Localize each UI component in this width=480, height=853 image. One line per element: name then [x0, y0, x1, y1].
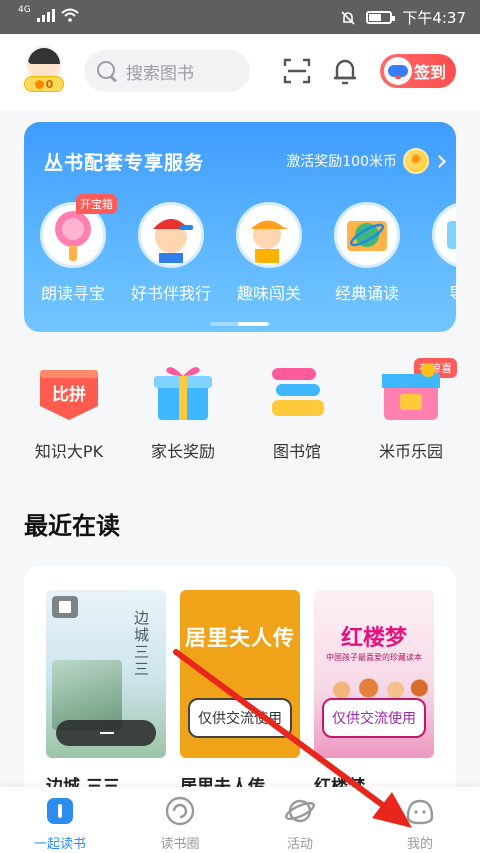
shop-icon: [382, 363, 440, 420]
banner-title: 丛书配套专享服务: [44, 152, 205, 174]
battery-icon: [366, 11, 396, 24]
book-cover[interactable]: 居里夫人传 仅供交流使用: [180, 590, 300, 758]
coin-badge: 0: [24, 76, 64, 92]
circle-refresh-icon: [165, 796, 195, 826]
service-good-book[interactable]: 好书伴我行: [122, 202, 220, 304]
search-icon: [96, 60, 118, 82]
tv-icon: [447, 221, 456, 249]
recent-books-card: 边城 三三 边城 三三 居里夫人传 仅供交流使用 居里夫人传 红楼梦 中国孩子最…: [24, 566, 456, 796]
tab-activities[interactable]: 活动: [240, 787, 360, 853]
service-banner: 丛书配套专享服务 激活奖励100米币 开宝箱 朗读寻宝: [24, 122, 456, 332]
video-progress-pill[interactable]: [56, 720, 156, 746]
wifi-icon: [61, 8, 79, 22]
book-icon: [47, 798, 73, 824]
planet-book-icon: [347, 221, 387, 251]
scan-icon[interactable]: [282, 56, 312, 86]
cover-title: 红楼梦: [340, 625, 407, 651]
profile-face-icon: [406, 799, 434, 825]
tab-read-together[interactable]: 一起读书: [0, 787, 120, 853]
quick-knowledge-pk[interactable]: 比拼 知识大PK: [19, 360, 119, 462]
service-fun-challenge[interactable]: 趣味闯关: [220, 202, 318, 304]
activate-reward-link[interactable]: 激活奖励100米币: [286, 148, 446, 174]
cover-title: 居里夫人传: [185, 626, 295, 650]
watermark-stamp: 仅供交流使用: [322, 698, 426, 738]
watermark-stamp: 仅供交流使用: [188, 698, 292, 738]
book-cover[interactable]: 边城 三三: [46, 590, 166, 758]
network-type: 4G: [18, 5, 31, 15]
search-placeholder: 搜索图书: [126, 63, 194, 84]
pk-badge-icon: 比拼: [40, 370, 98, 420]
service-guide-read[interactable]: 导读: [416, 202, 456, 304]
carousel-indicator: [210, 322, 270, 326]
avatar[interactable]: 0: [24, 46, 64, 92]
bottom-nav: 一起读书 读书圈 活动 我的: [0, 787, 480, 853]
signal-icon: [36, 8, 55, 22]
kid-runner-icon: [251, 220, 289, 263]
gift-icon: [154, 367, 212, 420]
pk-icon-text: 比拼: [52, 384, 86, 405]
coin-icon: [34, 79, 44, 89]
tab-mine[interactable]: 我的: [360, 787, 480, 853]
planet-icon: [285, 799, 315, 823]
quick-parent-reward[interactable]: 家长奖励: [133, 360, 233, 462]
boy-icon: [153, 219, 193, 263]
signin-button[interactable]: 签到: [380, 54, 456, 88]
tab-reading-circle[interactable]: 读书圈: [120, 787, 240, 853]
cover-subtitle: 中国孩子最喜爱的珍藏读本: [326, 653, 422, 662]
lollipop-icon: [55, 211, 91, 261]
clock: 下午4:37: [402, 9, 466, 27]
coin-icon: [403, 148, 429, 174]
service-classic-recite[interactable]: 经典诵读: [318, 202, 416, 304]
top-header: 0 搜索图书 签到: [0, 34, 480, 110]
mascot-icon: [384, 57, 412, 85]
mute-bell-icon: [341, 10, 355, 25]
service-read-aloud[interactable]: 开宝箱 朗读寻宝: [24, 194, 122, 304]
cover-title: 边城 三三: [134, 609, 150, 678]
bell-icon[interactable]: [330, 56, 360, 86]
search-input[interactable]: 搜索图书: [84, 50, 250, 92]
status-bar: 4G 下午4:37: [0, 0, 480, 34]
quick-coin-park[interactable]: 有惊喜 米币乐园: [361, 358, 461, 462]
book-cover[interactable]: 红楼梦 中国孩子最喜爱的珍藏读本 仅供交流使用: [314, 590, 434, 758]
chevron-right-icon: [433, 154, 446, 168]
quick-links: 比拼 知识大PK 家长奖励 图书馆 有惊喜 米币乐园: [0, 358, 480, 462]
book-open-icon: [52, 596, 78, 618]
treasure-tag: 开宝箱: [76, 194, 117, 214]
library-books-icon: [272, 368, 324, 416]
recent-reading-title: 最近在读: [24, 512, 120, 540]
quick-library[interactable]: 图书馆: [247, 360, 347, 462]
